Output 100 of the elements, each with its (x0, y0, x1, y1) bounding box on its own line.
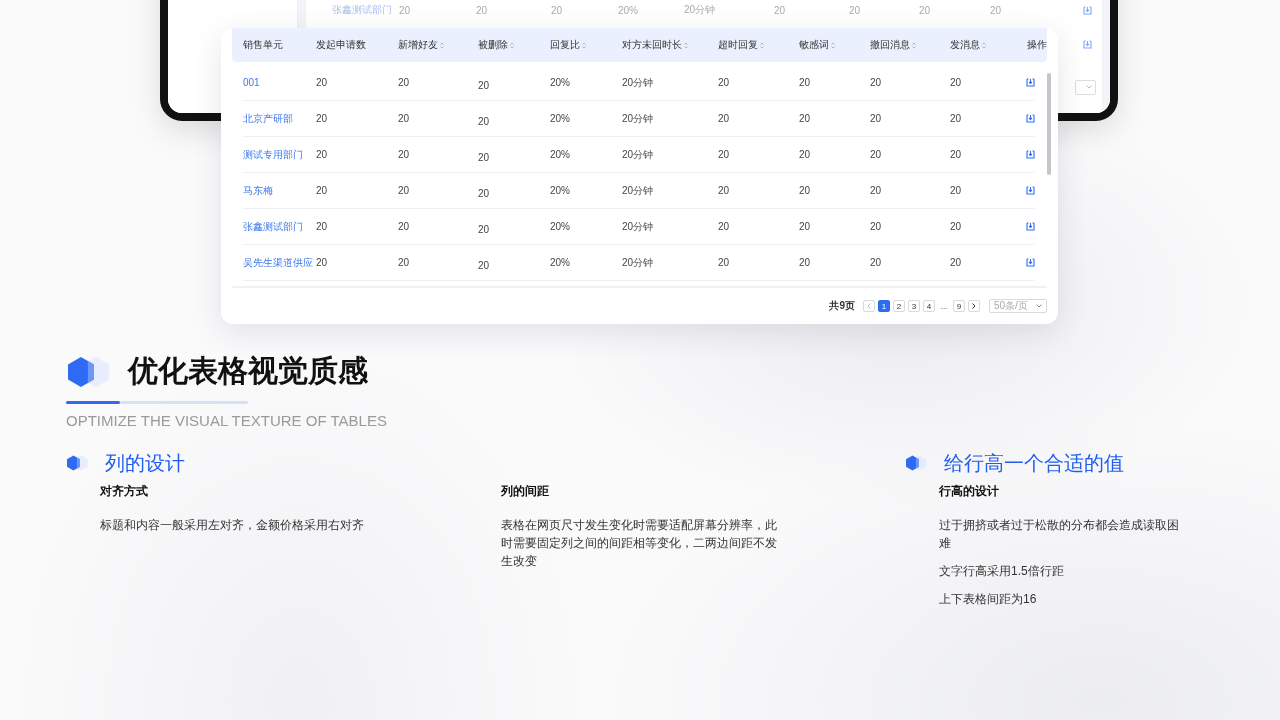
column-header[interactable]: 新增好友 (398, 38, 478, 52)
table-cell[interactable]: 吴先生渠道供应 (243, 255, 316, 270)
section-text: 上下表格间距为16 (939, 591, 1038, 608)
download-icon[interactable] (1026, 186, 1035, 195)
sort-icon[interactable] (982, 41, 986, 49)
table-cell-text: 20 (919, 4, 932, 16)
table-cell-text: 20 (799, 113, 812, 124)
table-cell-text: 20 (849, 4, 862, 16)
table-cell-text: 20 (799, 77, 812, 88)
table-cell-text: 20 (799, 185, 812, 196)
scrollbar[interactable] (1047, 73, 1051, 175)
table-cell[interactable]: 马东梅 (243, 183, 316, 198)
table-cell-text: 20 (478, 80, 491, 91)
page-button[interactable]: ... (938, 300, 950, 312)
hexagon-logo-icon (66, 355, 111, 388)
download-icon[interactable] (1083, 5, 1092, 15)
table-cell-text: 20 (774, 4, 787, 16)
page-button[interactable]: 1 (878, 300, 890, 312)
table-cell-text: 20 (551, 4, 564, 16)
download-icon[interactable] (1026, 150, 1035, 159)
table-cell-text: 20% (550, 113, 571, 124)
section-text: 表格在网页尺寸发生变化时需要适配屏幕分辨率，此时需要固定列之间的间距相等变化，二两边间距不发生改变 (501, 517, 777, 570)
section-text: 文字行高采用1.5倍行距 (939, 563, 1065, 580)
table-cell-text: 20 (870, 113, 883, 124)
sort-icon[interactable] (760, 41, 764, 49)
table-cell-text: 20% (618, 4, 639, 16)
section-subtitle: 对齐方式 (100, 483, 149, 500)
table-cell-text: 20 (950, 113, 963, 124)
table-cell-text: 20 (950, 257, 963, 268)
download-icon[interactable] (1026, 258, 1035, 267)
section-title: 给行高一个合适的值 (944, 450, 1125, 476)
table-cell-text: 20 (718, 113, 731, 124)
sort-icon[interactable] (684, 41, 688, 49)
next-page-button[interactable] (968, 300, 980, 312)
table-cell-text: 20 (316, 113, 329, 124)
page-size-select[interactable] (1075, 79, 1096, 95)
table-cell-text: 20% (550, 185, 571, 196)
column-header[interactable]: 敏感词 (799, 38, 870, 52)
table-cell-text: 20 (718, 149, 731, 160)
table-cell-text: 20% (550, 149, 571, 160)
sort-icon[interactable] (440, 41, 444, 49)
download-icon[interactable] (1026, 222, 1035, 231)
page-button[interactable]: 9 (953, 300, 965, 312)
hexagon-icon (905, 455, 928, 471)
page-button[interactable]: 3 (908, 300, 920, 312)
column-header[interactable]: 超时回复 (718, 38, 799, 52)
download-icon[interactable] (1083, 39, 1092, 49)
column-header[interactable]: 发消息 (950, 38, 1022, 52)
column-header[interactable]: 撤回消息 (870, 38, 950, 52)
table-cell-text: 20 (316, 77, 329, 88)
table-cell[interactable]: 张鑫测试部门 (243, 219, 316, 234)
table-cell-text: 20 (478, 188, 491, 199)
table-cell-text: 20 (316, 149, 329, 160)
table-cell[interactable]: 北京产研部 (243, 111, 316, 126)
column-header[interactable]: 对方未回时长 (622, 38, 718, 52)
table-cell-text: 20 (870, 221, 883, 232)
column-header[interactable]: 被删除 (478, 38, 550, 52)
column-header[interactable]: 回复比 (550, 38, 622, 52)
table-cell-text: 20 (316, 221, 329, 232)
page-button[interactable]: 2 (893, 300, 905, 312)
table-cell-text: 20 (398, 113, 411, 124)
table-cell-text: 20 (799, 149, 812, 160)
table-cell-text: 20 (398, 221, 411, 232)
table-cell-text: 20分钟 (622, 147, 655, 162)
page-button[interactable]: 4 (923, 300, 935, 312)
sort-icon[interactable] (831, 41, 835, 49)
section-title: 列的设计 (105, 450, 186, 476)
table-cell-text: 20 (478, 116, 491, 127)
table-cell-text: 20 (718, 257, 731, 268)
column-header: 销售单元 (243, 38, 284, 52)
section-text: 标题和内容一般采用左对齐，金额价格采用右对齐 (100, 517, 365, 534)
table-cell-text: 20分钟 (622, 219, 655, 234)
previous-page-button[interactable] (863, 300, 875, 312)
table-cell-text: 20 (316, 257, 329, 268)
table-cell-text: 20 (718, 77, 731, 88)
table-cell-text: 20 (870, 257, 883, 268)
download-icon[interactable] (1026, 114, 1035, 123)
table-cell-text: 20 (398, 257, 411, 268)
download-icon[interactable] (1026, 78, 1035, 87)
page-subtitle: OPTIMIZE THE VISUAL TEXTURE OF TABLES (66, 412, 388, 429)
table-cell-text: 20分钟 (622, 75, 655, 90)
table-cell[interactable]: 001 (243, 77, 316, 88)
table-cell-text: 20 (950, 77, 963, 88)
sort-icon[interactable] (510, 41, 514, 49)
sort-icon[interactable] (582, 41, 586, 49)
column-header: 发起申请数 (316, 38, 367, 52)
table-cell-text: 20 (950, 221, 963, 232)
chevron-down-icon (1086, 85, 1092, 89)
table-cell-text: 20 (316, 185, 329, 196)
sort-icon[interactable] (912, 41, 916, 49)
page-total: 共9页 (829, 299, 855, 313)
table-cell-text: 20 (478, 152, 491, 163)
table-cell-text: 20% (550, 77, 571, 88)
table-cell-text: 20 (718, 185, 731, 196)
table-cell-text: 20 (990, 4, 1003, 16)
table-cell[interactable]: 测试专用部门 (243, 147, 316, 162)
table-cell-text: 20 (398, 149, 411, 160)
hexagon-icon (66, 455, 89, 471)
table-cell-text: 20% (550, 257, 571, 268)
table-cell-text: 20 (398, 185, 411, 196)
